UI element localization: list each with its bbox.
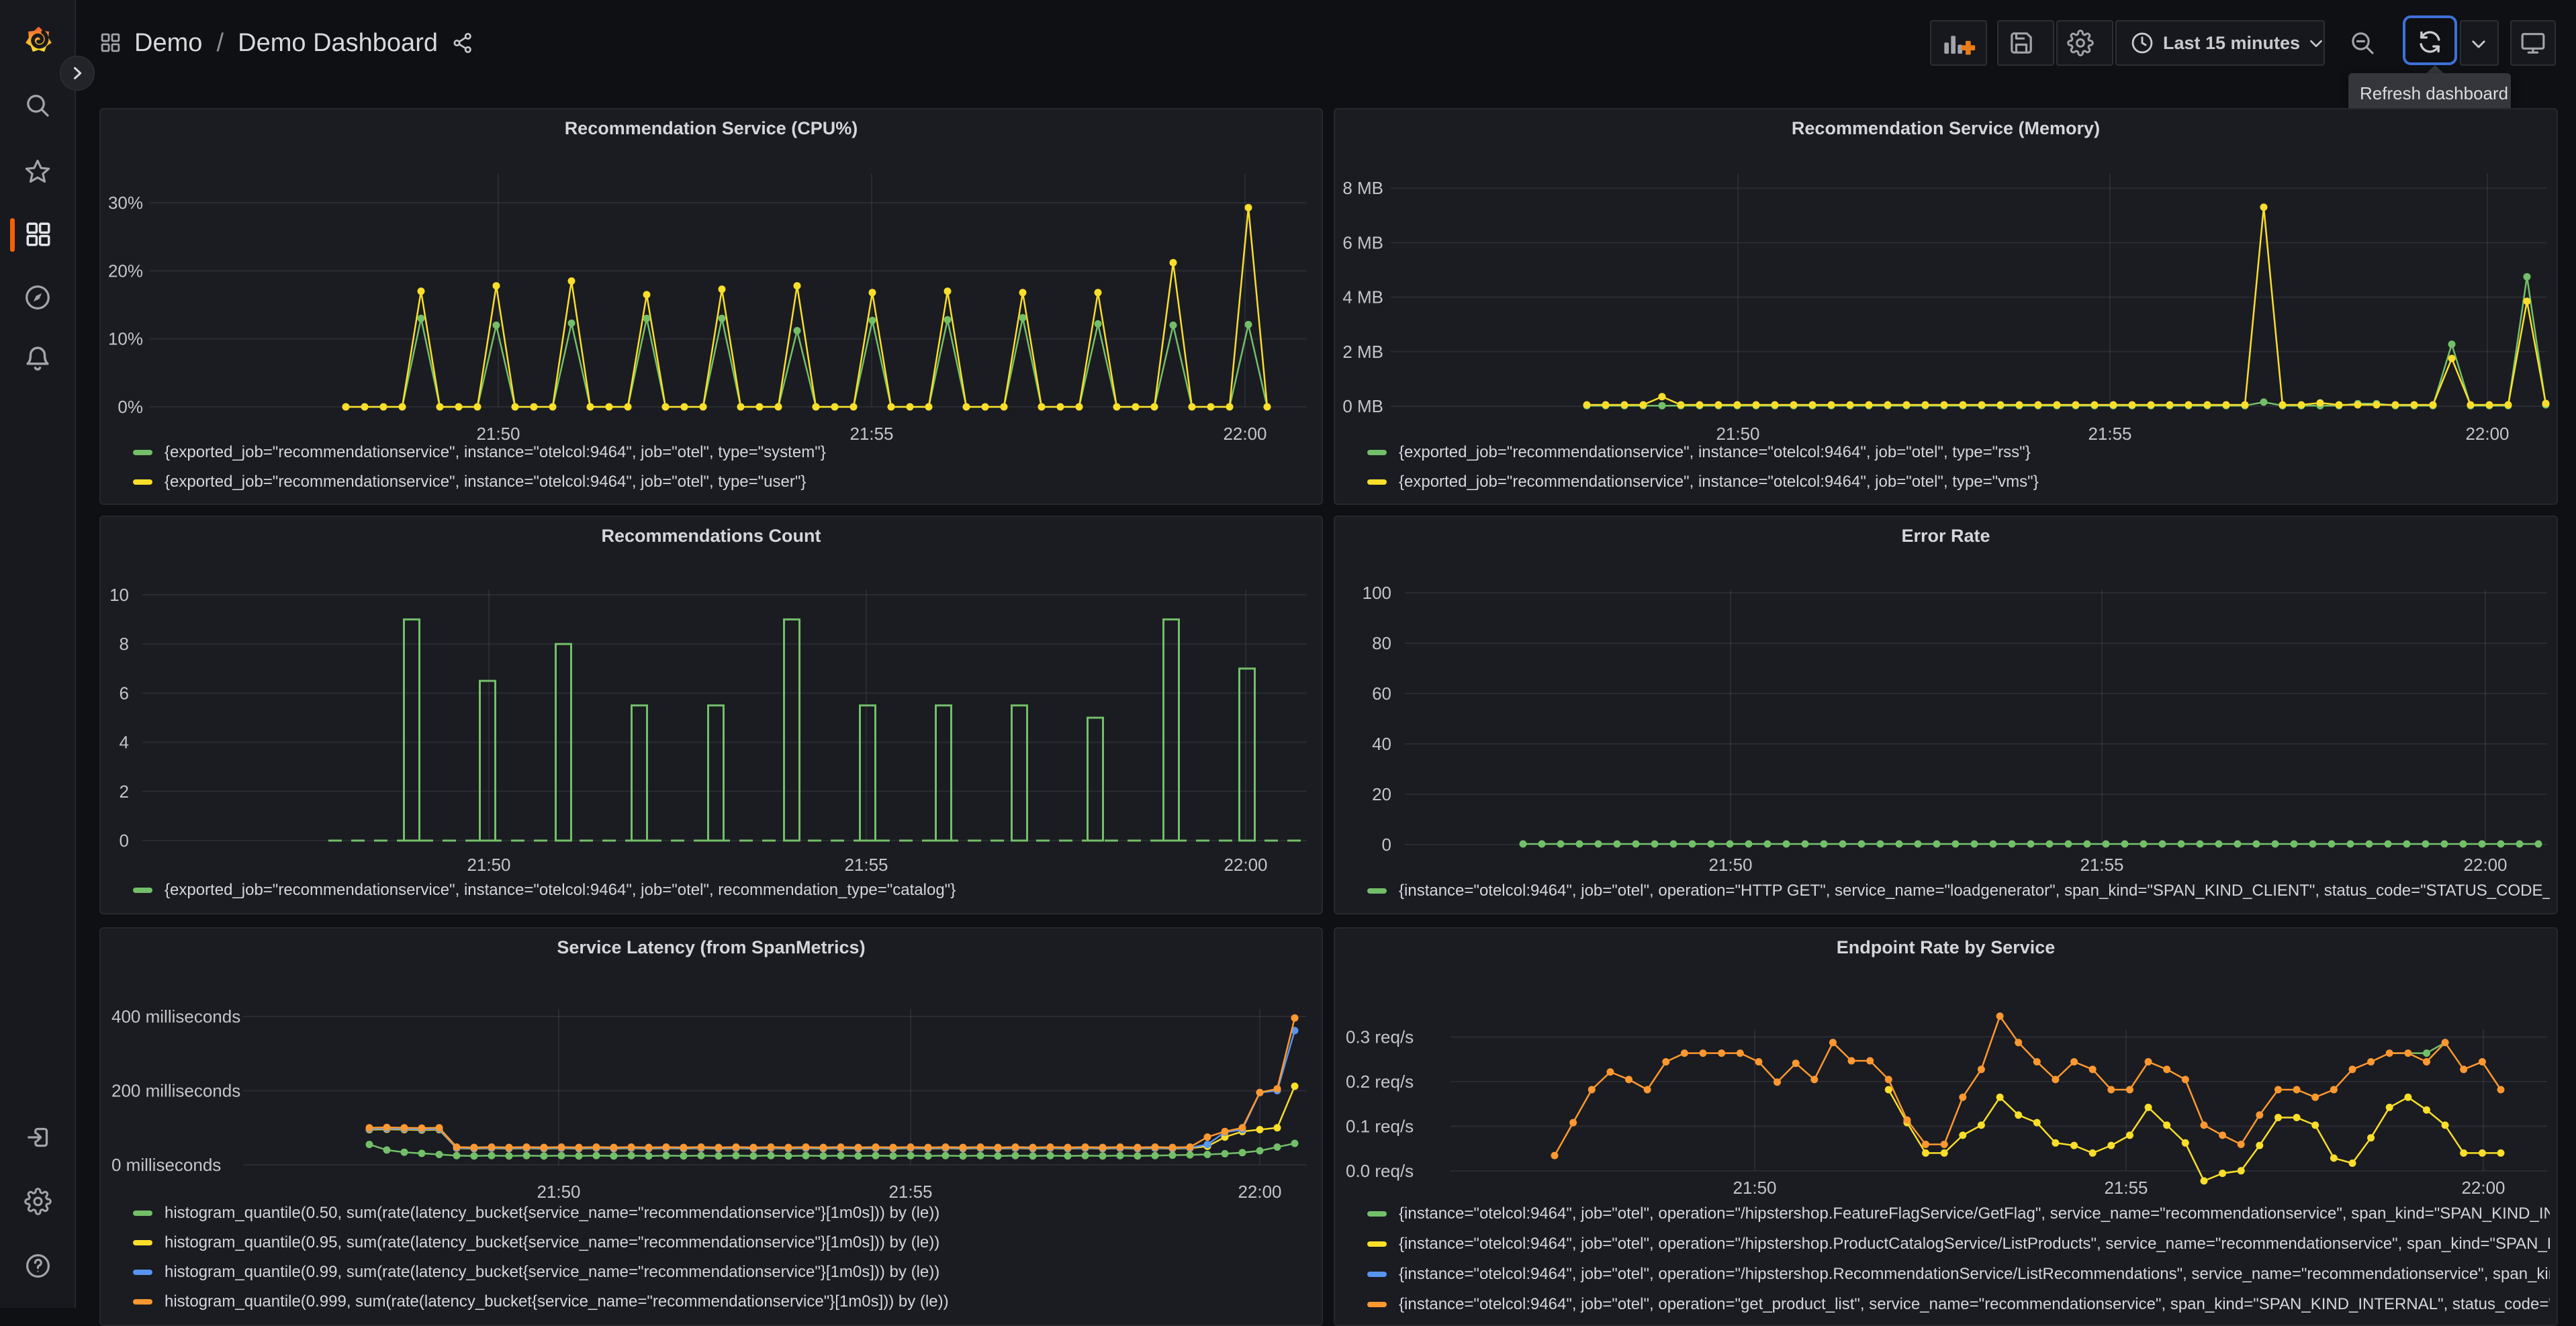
svg-text:200 milliseconds: 200 milliseconds [111,1081,240,1101]
svg-text:4 MB: 4 MB [1342,287,1383,307]
svg-text:10: 10 [109,585,129,605]
svg-text:8: 8 [120,634,129,654]
svg-text:400 milliseconds: 400 milliseconds [111,1006,240,1027]
svg-text:0.3 req/s: 0.3 req/s [1346,1027,1414,1047]
svg-text:20%: 20% [108,261,143,281]
svg-text:21:50: 21:50 [537,1182,580,1202]
svg-text:80: 80 [1372,633,1391,653]
svg-text:21:55: 21:55 [888,1182,932,1202]
svg-text:0 milliseconds: 0 milliseconds [111,1155,221,1175]
svg-text:100: 100 [1363,583,1391,603]
svg-text:6: 6 [120,683,129,703]
svg-text:8 MB: 8 MB [1342,178,1383,198]
svg-text:10%: 10% [108,329,143,349]
svg-text:22:00: 22:00 [1224,855,1267,875]
svg-text:4: 4 [120,732,129,753]
svg-text:30%: 30% [108,193,143,213]
svg-text:21:55: 21:55 [844,855,888,875]
svg-text:60: 60 [1372,683,1391,704]
svg-text:0 MB: 0 MB [1342,396,1383,416]
svg-text:21:50: 21:50 [1708,855,1752,875]
svg-text:22:00: 22:00 [2463,855,2507,875]
svg-text:21:55: 21:55 [2104,1178,2148,1198]
svg-text:0.2 req/s: 0.2 req/s [1346,1072,1414,1092]
svg-text:0: 0 [120,831,129,851]
svg-text:0: 0 [1382,835,1391,855]
svg-text:21:55: 21:55 [2080,855,2123,875]
svg-text:6 MB: 6 MB [1342,232,1383,252]
svg-text:21:50: 21:50 [1733,1178,1776,1198]
svg-text:0.1 req/s: 0.1 req/s [1346,1117,1414,1137]
svg-text:20: 20 [1372,784,1391,804]
svg-text:22:00: 22:00 [1238,1182,1281,1202]
svg-text:2: 2 [120,782,129,802]
svg-text:2 MB: 2 MB [1342,342,1383,362]
svg-text:21:50: 21:50 [467,855,510,875]
svg-text:0%: 0% [118,397,143,417]
svg-text:40: 40 [1372,734,1391,754]
svg-text:22:00: 22:00 [2461,1178,2505,1198]
svg-text:0.0 req/s: 0.0 req/s [1346,1161,1414,1181]
